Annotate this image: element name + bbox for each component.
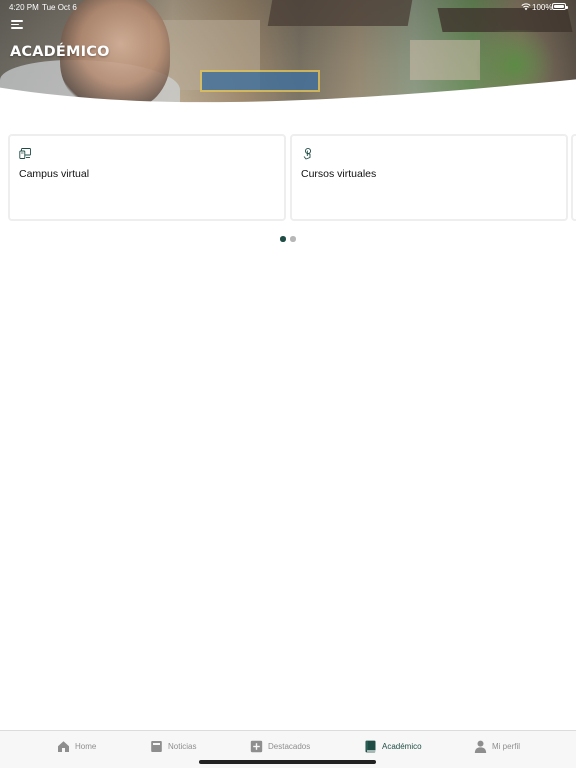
tab-label: Destacados [268, 742, 311, 751]
battery-icon [552, 3, 568, 10]
status-date: Tue Oct 6 [42, 3, 77, 12]
status-time: 4:20 PM [9, 3, 39, 12]
home-icon [58, 741, 69, 752]
card-label: Cursos virtuales [301, 168, 377, 180]
user-icon [474, 740, 487, 753]
book-icon [365, 740, 376, 753]
plus-square-icon [250, 740, 263, 753]
shortcut-carousel[interactable]: Campus virtual Cursos virtuales [0, 134, 576, 222]
tab-label: Académico [382, 742, 422, 751]
touch-icon [303, 147, 312, 160]
newspaper-icon [151, 741, 162, 752]
pagination-dot-active[interactable] [280, 236, 286, 242]
carousel-pagination [280, 236, 300, 242]
card-label: Campus virtual [19, 168, 90, 180]
hamburger-menu-icon[interactable] [11, 18, 25, 30]
battery-percent: 100% [532, 3, 553, 12]
pagination-dot[interactable] [290, 236, 296, 242]
campus-virtual-card[interactable]: Campus virtual [8, 134, 286, 221]
home-indicator[interactable] [199, 760, 376, 764]
monitor-icon [19, 148, 31, 159]
tab-label: Mi perfil [492, 742, 521, 751]
page-title: ACADÉMICO [10, 44, 110, 60]
tab-label: Noticias [168, 742, 197, 751]
cursos-virtuales-card[interactable]: Cursos virtuales [290, 134, 568, 221]
header-wave [0, 79, 576, 104]
tab-label: Home [75, 742, 97, 751]
wifi-icon [521, 3, 531, 11]
status-bar: 4:20 PM Tue Oct 6 100% [0, 0, 576, 14]
next-card-peek[interactable] [571, 134, 576, 221]
